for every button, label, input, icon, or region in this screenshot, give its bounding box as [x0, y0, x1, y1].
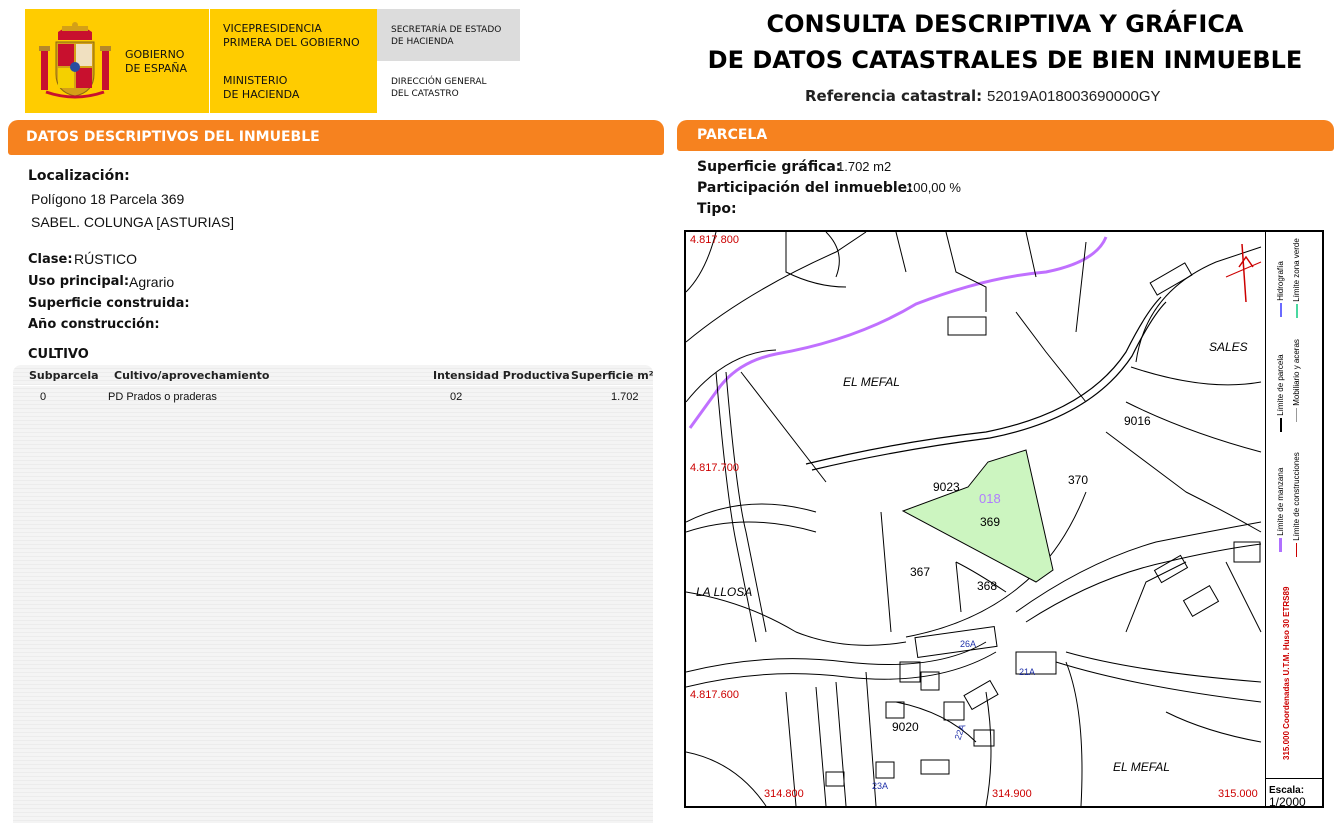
parcel-367: 367	[910, 565, 931, 579]
legend-hidrografia: Hidrografía	[1276, 261, 1285, 301]
legend-limite-parcela: Límite de parcela	[1276, 354, 1285, 416]
coord-y800: 4.817.800	[690, 234, 739, 246]
sec-line2: DE HACIENDA	[391, 37, 454, 47]
parcel-369[interactable]: 369	[980, 515, 1000, 529]
tipo-label: Tipo:	[697, 201, 737, 217]
clase-value: RÚSTICO	[74, 251, 137, 267]
building-26a: 26A	[960, 639, 977, 649]
cultivo-title: CULTIVO	[28, 347, 89, 362]
legend-zona-verde: Límite zona verde	[1292, 238, 1301, 302]
gov-line2: DE ESPAÑA	[125, 62, 188, 75]
parcel-370: 370	[1068, 473, 1089, 487]
parcel-9023: 9023	[933, 480, 960, 494]
supg-value: 1.702 m2	[837, 159, 892, 174]
legend-limite-construcciones: Límite de construcciones	[1292, 452, 1301, 541]
uso-value: Agrario	[129, 274, 175, 290]
dir-line1: DIRECCIÓN GENERAL	[391, 77, 487, 87]
place-la-llosa: LA LLOSA	[696, 585, 753, 599]
parcel-018: 018	[979, 491, 1001, 506]
legend-coordenadas: Coordenadas U.T.M. Huso 30 ETRS89	[1282, 586, 1291, 729]
left-section-title: DATOS DESCRIPTIVOS DEL INMUEBLE	[26, 129, 320, 145]
parcel-9020: 9020	[892, 720, 919, 734]
th-cultivo: Cultivo/aprovechamiento	[114, 369, 270, 382]
legend-mobiliario-swatch	[1296, 408, 1298, 422]
parcel-9016: 9016	[1124, 414, 1151, 428]
min-line1: MINISTERIO	[223, 74, 288, 87]
legend-limite-manzana: Límite de manzana	[1276, 467, 1285, 536]
place-sales: SALES	[1209, 340, 1248, 354]
escala-value: 1/2000	[1269, 795, 1306, 808]
th-intensidad: Intensidad Productiva	[433, 369, 570, 382]
sup-construida-label: Superficie construida:	[28, 296, 190, 311]
ref-value: 52019A018003690000GY	[987, 88, 1161, 105]
coord-y600: 4.817.600	[690, 689, 739, 701]
legend-manzana-swatch	[1279, 538, 1283, 552]
cell-subparcela: 0	[40, 391, 47, 403]
place-el-mefal-top: EL MEFAL	[843, 375, 900, 389]
min-line2: DE HACIENDA	[223, 88, 300, 101]
left-section-header: DATOS DESCRIPTIVOS DEL INMUEBLE	[8, 120, 664, 152]
logo-divider	[209, 9, 210, 113]
page-title-line1: CONSULTA DESCRIPTIVA Y GRÁFICA	[766, 10, 1244, 38]
cultivo-table	[13, 365, 653, 823]
loc-line1: Polígono 18 Parcela 369	[31, 191, 185, 207]
cell-cultivo: PD Prados o praderas	[108, 391, 217, 403]
map-canvas[interactable]	[686, 232, 1322, 806]
sec-line1: SECRETARÍA DE ESTADO	[391, 25, 502, 35]
coord-y700: 4.817.700	[690, 462, 739, 474]
legend-hydro-swatch	[1279, 303, 1282, 317]
vice-line2: PRIMERA DEL GOBIERNO	[223, 36, 360, 49]
coord-x800: 314.800	[764, 788, 804, 800]
gov-line1: GOBIERNO	[125, 48, 185, 61]
building-21a: 21A	[1019, 667, 1036, 677]
uso-label: Uso principal:	[28, 274, 130, 289]
legend-parcela-swatch	[1279, 418, 1282, 432]
cell-intensidad: 02	[450, 391, 463, 403]
loc-line2: SABEL. COLUNGA [ASTURIAS]	[31, 214, 235, 230]
coat-of-arms-icon	[39, 22, 111, 99]
page-title-line2: DE DATOS CATASTRALES DE BIEN INMUEBLE	[707, 46, 1303, 74]
right-section-underline	[677, 148, 1334, 151]
cell-superficie: 1.702	[611, 391, 639, 403]
building-23a: 23A	[872, 781, 889, 791]
anio-label: Año construcción:	[28, 317, 160, 332]
scale-divider	[1265, 778, 1322, 779]
clase-label: Clase:	[28, 252, 73, 267]
ref-label: Referencia catastral:	[805, 87, 983, 105]
loc-label: Localización:	[28, 168, 130, 184]
vice-line1: VICEPRESIDENCIA	[223, 22, 322, 35]
legend-construcciones-swatch	[1296, 543, 1298, 557]
legend-mobiliario: Mobiliario y aceras	[1292, 339, 1301, 406]
left-section-underline	[8, 152, 664, 155]
dir-line2: DEL CATASTRO	[391, 89, 459, 99]
place-el-mefal-bottom: EL MEFAL	[1113, 760, 1170, 774]
part-label: Participación del inmueble:	[697, 180, 913, 196]
table-header-divider	[13, 385, 653, 386]
part-value: 100,00 %	[906, 180, 961, 195]
legend-green-swatch	[1295, 304, 1298, 318]
parcel-368: 368	[977, 579, 998, 593]
supg-label: Superficie gráfica:	[697, 159, 842, 175]
th-superficie: Superficie m²	[571, 369, 654, 382]
coord-x900: 314.900	[992, 788, 1032, 800]
coord-x000: 315.000	[1218, 788, 1258, 800]
legend-coord-value: 315.000	[1282, 731, 1291, 760]
right-section-header: PARCELA	[677, 120, 1334, 148]
cadastral-map[interactable]: 4.817.800 4.817.700 4.817.600 314.800 31…	[684, 230, 1324, 808]
right-section-title: PARCELA	[697, 127, 768, 143]
th-subparcela: Subparcela	[29, 369, 99, 382]
legend-divider	[1265, 232, 1266, 806]
